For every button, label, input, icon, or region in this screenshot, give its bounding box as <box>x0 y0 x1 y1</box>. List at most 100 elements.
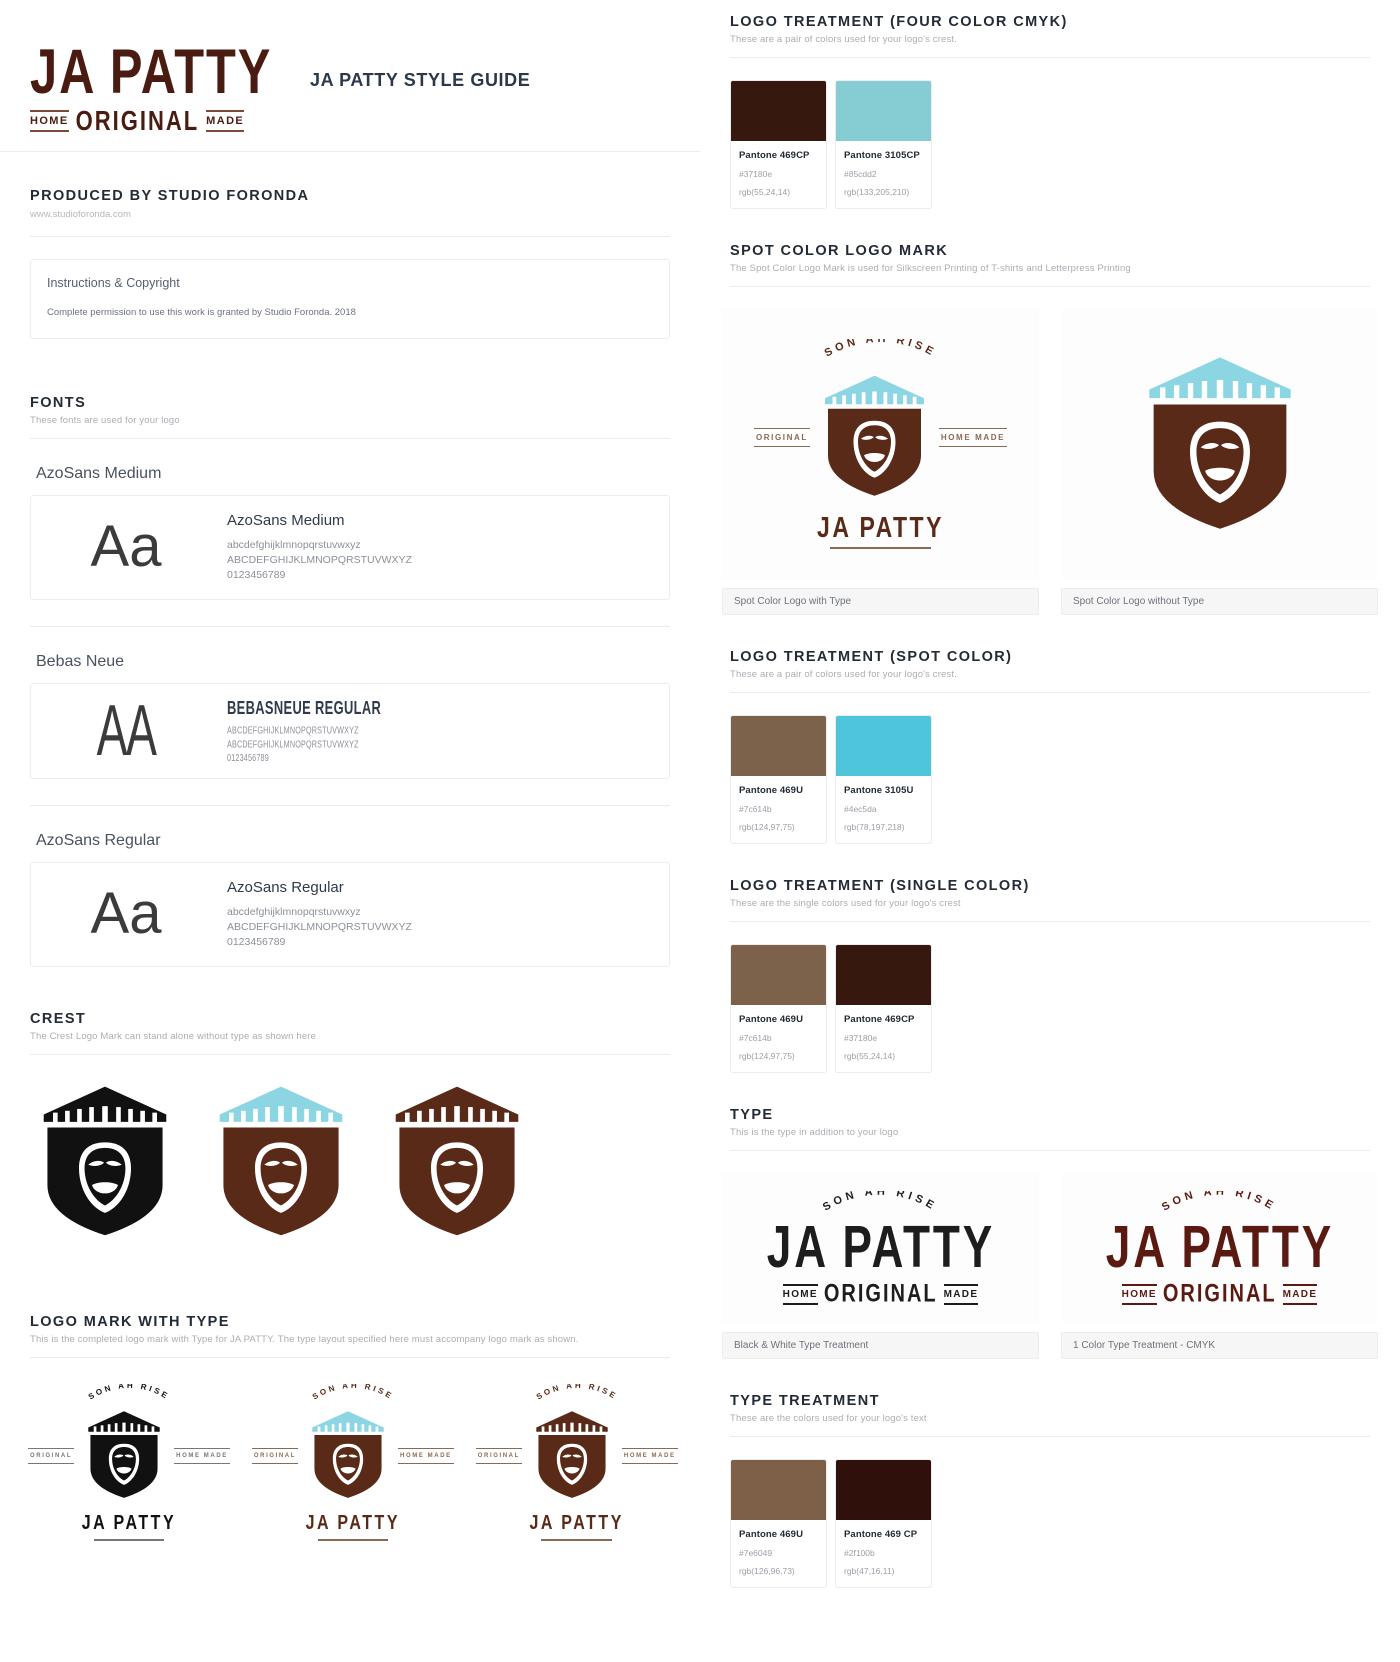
color-meta: Pantone 469U #7e6049 rgb(126,96,73) <box>731 1520 826 1587</box>
color-chip <box>836 81 931 141</box>
color-swatch-card[interactable]: Pantone 469U #7e6049 rgb(126,96,73) <box>730 1459 827 1588</box>
spot-logo-with-type-panel: SON AH RISEORIGINAL HOME MADEJA PATTY S <box>722 309 1039 615</box>
spot-color-section: LOGO TREATMENT (SPOT COLOR) These are a … <box>700 649 1400 693</box>
lockup-wing-row: ORIGINAL HOME MADE <box>753 371 1008 504</box>
pantone-name: Pantone 469 CP <box>844 1529 918 1540</box>
hex-value: #37180e <box>739 169 773 179</box>
font-specimen-text: AzoSans Medium abcdefghijklmnopqrstuvwxyz… <box>227 512 412 583</box>
font-specimen-card: AA BEBASNEUE REGULAR ABCDEFGHIJKLMNOPQRSTU… <box>30 682 670 779</box>
font-family-name: AzoSans Regular <box>36 831 161 849</box>
type-subtitle: This is the type in addition to your log… <box>730 1127 899 1138</box>
type-lockup: SON AH RISE JA PATTY HOME ORIGINAL MADE <box>1101 1191 1339 1308</box>
font-specimen-item: AzoSans Regular Aa AzoSans Regular abcdefgh… <box>30 832 670 967</box>
type-treatment-subtitle: These are the colors used for your logo'… <box>730 1413 927 1424</box>
crest-title: CREST <box>30 1010 87 1027</box>
font-digits-line: 0123456789 <box>227 568 286 581</box>
pantone-name: Pantone 3105CP <box>844 150 920 161</box>
style-guide-page: SON AH RISE JA PATTY HOME ORIGINAL MADE … <box>0 0 1400 1628</box>
color-swatch-card[interactable]: Pantone 3105U #4ec5da rgb(78,197,218) <box>835 715 932 844</box>
pantone-name: Pantone 469U <box>739 785 804 796</box>
lockup-wing-row: ORIGINAL HOME MADE <box>28 1408 230 1505</box>
divider <box>30 625 670 627</box>
color-swatch-card[interactable]: Pantone 469CP #37180e rgb(55,24,14) <box>835 944 932 1073</box>
pantone-name: Pantone 469CP <box>739 150 810 161</box>
svg-text:SON AH RISE: SON AH RISE <box>87 1384 171 1402</box>
svg-text:SON AH RISE: SON AH RISE <box>1160 1191 1278 1214</box>
pantone-name: Pantone 469CP <box>844 1014 915 1025</box>
pantone-name: Pantone 3105U <box>844 785 914 796</box>
crest-icon <box>1148 356 1291 529</box>
divider <box>30 804 670 806</box>
font-specimen-item: Bebas Neue AA BEBASNEUE REGULAR ABCDEFGHIJK… <box>30 653 670 806</box>
font-lowercase-line: abcdefghijklmnopqrstuvwxyz <box>227 905 361 918</box>
spot-logo-with-type-art: SON AH RISE ORIGINAL HOME MADE JA PATTY <box>722 309 1039 579</box>
right-column: LOGO TREATMENT (FOUR COLOR CMYK) These a… <box>700 0 1400 1628</box>
color-meta: Pantone 469CP #37180e rgb(55,24,14) <box>836 1005 931 1072</box>
font-specimen-title: AzoSans Regular <box>227 878 344 896</box>
hex-value: #7c614b <box>739 804 772 814</box>
crest-holder <box>86 1408 162 1505</box>
logo-mark-variants-row: SON AH RISE ORIGINAL HOME MADE JA PATTY SON… <box>0 1358 700 1541</box>
bw-type-panel: SON AH RISE JA PATTY HOME ORIGINAL MADE Blac… <box>722 1173 1039 1359</box>
type-home-word: HOME <box>782 1283 818 1305</box>
logo-mark-section: LOGO MARK WITH TYPE This is the complete… <box>0 1314 700 1358</box>
arc-text-icon: SON AH RISE <box>87 1384 171 1402</box>
cmyk-section: LOGO TREATMENT (FOUR COLOR CMYK) These a… <box>700 14 1400 58</box>
color-meta: Pantone 3105U #4ec5da rgb(78,197,218) <box>836 776 931 843</box>
lockup-wing-row: ORIGINAL HOME MADE <box>251 1408 454 1505</box>
color-swatch-card[interactable]: Pantone 469CP #37180e rgb(55,24,14) <box>730 80 827 209</box>
cmyk-type-art: SON AH RISE JA PATTY HOME ORIGINAL MADE <box>1061 1173 1378 1323</box>
font-specimen-lines: ABCDEFGHIJKLMNOPQRSTUVWXYZ ABCDEFGHIJKLMN… <box>227 723 379 765</box>
type-sub-lockup: HOME ORIGINAL MADE <box>782 1279 979 1308</box>
brand-wordmark: JA PATTY <box>30 36 273 108</box>
logo-lockup: SON AH RISE ORIGINAL HOME MADE JA PATTY <box>753 339 1008 549</box>
lockup-underline <box>93 1538 165 1541</box>
type-title: TYPE <box>730 1107 774 1123</box>
type-original-word: ORIGINAL <box>1162 1279 1277 1308</box>
font-lowercase-line: abcdefghijklmnopqrstuvwxyz <box>227 539 361 551</box>
font-specimen-card: Aa AzoSans Medium abcdefghijklmnopqrstuvwx… <box>30 495 670 600</box>
color-meta: Pantone 469U #7c614b rgb(124,97,75) <box>731 776 826 843</box>
masthead: SON AH RISE JA PATTY HOME ORIGINAL MADE … <box>0 0 700 152</box>
instructions-title: Instructions & Copyright <box>47 276 180 290</box>
color-meta: Pantone 3105CP #85cdd2 rgb(133,205,210) <box>836 141 931 208</box>
spot-mark-title: SPOT COLOR LOGO MARK <box>730 243 949 259</box>
type-original-word: ORIGINAL <box>823 1279 938 1308</box>
type-made-word: MADE <box>943 1283 979 1305</box>
brand-sub-lockup: HOME ORIGINAL MADE <box>30 105 280 136</box>
crest-icon <box>219 1086 343 1235</box>
hex-value: #7e6049 <box>739 1548 773 1558</box>
page-title: JA PATTY STYLE GUIDE <box>310 70 531 90</box>
produced-by-block: PRODUCED BY STUDIO FORONDA www.studiofor… <box>0 152 700 339</box>
color-swatch-card[interactable]: Pantone 3105CP #85cdd2 rgb(133,205,210) <box>835 80 932 209</box>
divider <box>30 236 670 237</box>
type-treatment-swatch-row: Pantone 469U #7e6049 rgb(126,96,73) Pantone… <box>700 1437 1400 1588</box>
wing-label-original: ORIGINAL <box>475 1448 522 1465</box>
wing-label-home-made: HOME MADE <box>174 1448 230 1465</box>
svg-text:SON AH RISE: SON AH RISE <box>311 1384 395 1402</box>
lockup-underline <box>541 1538 612 1541</box>
crest-variant <box>216 1081 346 1244</box>
arc-text-icon: SON AH RISE <box>534 1384 616 1402</box>
rgb-value: rgb(124,97,75) <box>739 1051 795 1061</box>
color-chip <box>731 81 826 141</box>
font-uppercase-line: ABCDEFGHIJKLMNOPQRSTUVWXYZ <box>227 920 412 933</box>
font-glyph-sample: AA <box>96 689 157 771</box>
font-specimen-card: Aa AzoSans Regular abcdefghijklmnopqrstuvw… <box>30 861 670 967</box>
type-treatment-title: TYPE TREATMENT <box>730 1393 880 1409</box>
wing-label-home-made: HOME MADE <box>398 1448 454 1465</box>
type-lockup: SON AH RISE JA PATTY HOME ORIGINAL MADE <box>762 1191 1000 1308</box>
logo-lockup: SON AH RISE ORIGINAL HOME MADE JA PATTY <box>251 1384 454 1541</box>
cmyk-subtitle: These are a pair of colors used for your… <box>730 34 957 45</box>
arc-text-icon: SON AH RISE <box>823 339 935 360</box>
single-color-subtitle: These are the single colors used for you… <box>730 898 961 909</box>
instructions-body: Complete permission to use this work is … <box>47 307 356 318</box>
type-wordmark: JA PATTY <box>766 1211 995 1280</box>
brand-original-word: ORIGINAL <box>75 104 200 137</box>
color-swatch-card[interactable]: Pantone 469U #7c614b rgb(124,97,75) <box>730 944 827 1073</box>
single-color-section: LOGO TREATMENT (SINGLE COLOR) These are … <box>700 878 1400 922</box>
lockup-underline <box>317 1538 388 1541</box>
brand-lockup: SON AH RISE JA PATTY HOME ORIGINAL MADE <box>30 0 280 136</box>
color-swatch-card[interactable]: Pantone 469U #7c614b rgb(124,97,75) <box>730 715 827 844</box>
color-swatch-card[interactable]: Pantone 469 CP #2f100b rgb(47,16,11) <box>835 1459 932 1588</box>
